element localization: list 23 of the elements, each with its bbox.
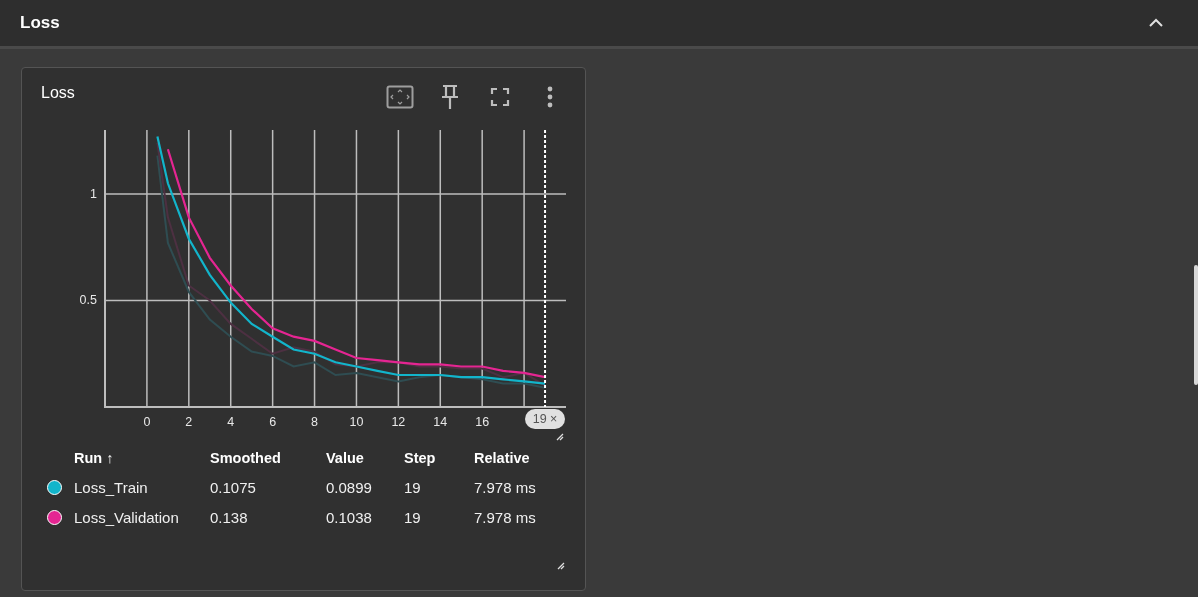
x-tick-label: 16: [475, 415, 490, 429]
x-tick-label: 4: [227, 415, 235, 429]
y-tick-label: 0.5: [79, 293, 97, 308]
x-tick-label: 8: [311, 415, 318, 429]
x-tick-label: 0: [143, 415, 151, 429]
table-cell-text: 0.1038: [326, 509, 373, 526]
run-name: Loss_Train: [74, 479, 149, 496]
table-cell-text: 0.1075: [210, 479, 257, 496]
x-tick-label: 14: [433, 415, 448, 429]
run-name: Loss_Validation: [74, 509, 180, 526]
table-cell-text: 0.138: [210, 509, 249, 526]
x-tick-label: 10: [349, 415, 364, 429]
x-tick-label: 6: [269, 415, 277, 429]
x-tick-label: 2: [185, 415, 193, 429]
y-tick-label: 1: [90, 186, 97, 201]
chart-title: Loss: [41, 84, 75, 102]
x-tick-label: 12: [391, 415, 406, 429]
table-cell-text: 19: [404, 479, 422, 496]
table-cell-text: 0.0899: [326, 479, 373, 496]
section-title: Loss: [20, 13, 60, 33]
table-cell-text: 7.978 ms: [474, 509, 537, 526]
table-cell-text: 19: [404, 509, 422, 526]
table-cell-text: 7.978 ms: [474, 479, 537, 496]
